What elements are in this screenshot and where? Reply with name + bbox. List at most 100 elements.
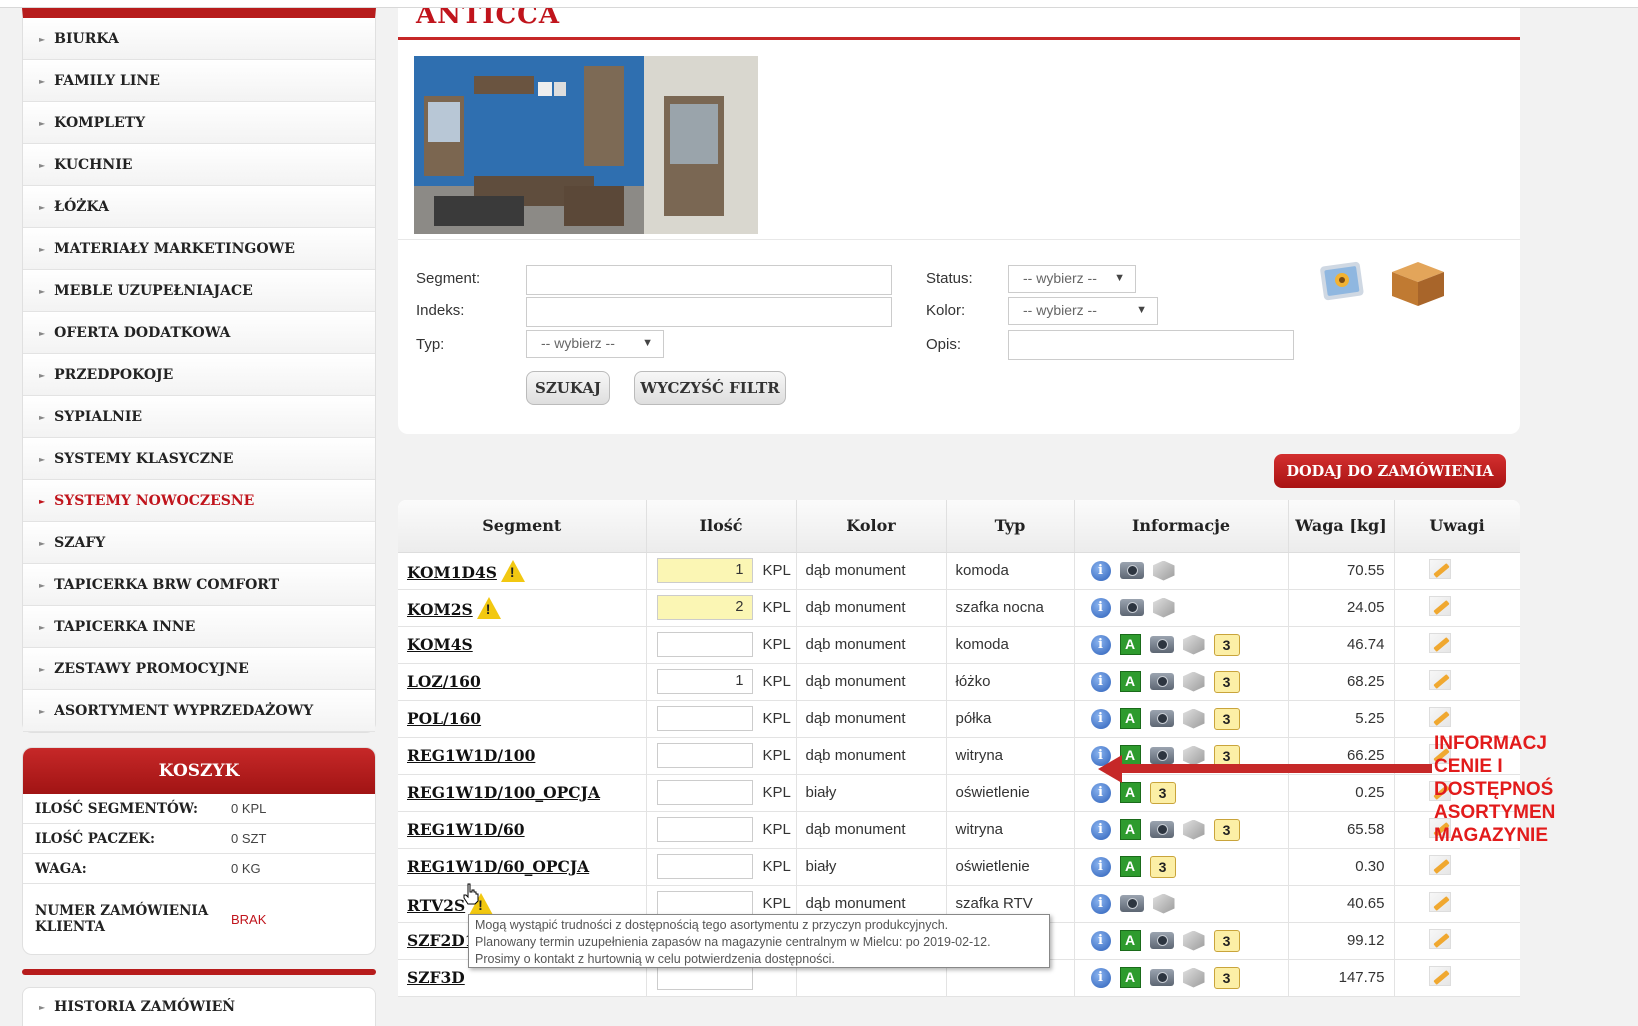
info-icon[interactable]: i (1090, 671, 1111, 692)
sidebar-item[interactable]: ► PRZEDPOKOJE (23, 354, 375, 396)
segment-link[interactable]: RTV2S (407, 896, 465, 915)
status-select[interactable]: -- wybierz -- ▼ (1008, 265, 1136, 293)
availability-a-icon[interactable]: A (1119, 708, 1141, 729)
package-icon[interactable] (1182, 745, 1205, 766)
package-icon[interactable] (1152, 560, 1175, 581)
package-icon[interactable] (1182, 671, 1205, 692)
sidebar-item[interactable]: ► FAMILY LINE (23, 60, 375, 102)
stock-badge[interactable]: 3 (1149, 781, 1176, 804)
availability-a-icon[interactable]: A (1119, 782, 1141, 803)
color-select[interactable]: -- wybierz -- ▼ (1008, 297, 1158, 325)
stock-badge[interactable]: 3 (1213, 707, 1240, 730)
type-select[interactable]: -- wybierz -- ▼ (526, 330, 664, 358)
col-header-weight[interactable]: Waga [kg] (1288, 500, 1395, 553)
col-header-quantity[interactable]: Ilość (646, 500, 797, 553)
edit-note-icon[interactable] (1428, 669, 1451, 690)
quantity-input[interactable] (656, 706, 753, 731)
quantity-input[interactable] (656, 780, 753, 805)
segment-link[interactable]: LOZ/160 (407, 672, 481, 691)
info-icon[interactable]: i (1090, 708, 1111, 729)
edit-note-icon[interactable] (1428, 595, 1451, 616)
sidebar-item[interactable]: ► TAPICERKA BRW COMFORT (23, 564, 375, 606)
segment-link[interactable]: POL/160 (407, 709, 481, 728)
info-icon[interactable]: i (1090, 893, 1111, 914)
segment-link[interactable]: KOM2S (407, 600, 473, 619)
segment-link[interactable]: REG1W1D/100_OPCJA (407, 783, 600, 802)
availability-a-icon[interactable]: A (1119, 745, 1141, 766)
camera-icon[interactable] (1149, 821, 1174, 838)
quantity-input[interactable] (656, 817, 753, 842)
sidebar-item[interactable]: ► MATERIAŁY MARKETINGOWE (23, 228, 375, 270)
package-icon[interactable] (1152, 893, 1175, 914)
stock-badge[interactable]: 3 (1213, 818, 1240, 841)
package-icon[interactable] (1182, 634, 1205, 655)
stock-badge[interactable]: 3 (1213, 966, 1240, 989)
info-icon[interactable]: i (1090, 782, 1111, 803)
sidebar-item[interactable]: ► SZAFY (23, 522, 375, 564)
edit-note-icon[interactable] (1428, 891, 1451, 912)
sidebar-item[interactable]: ► SYSTEMY KLASYCZNE (23, 438, 375, 480)
info-icon[interactable]: i (1090, 634, 1111, 655)
sidebar-item[interactable]: ► SYPIALNIE (23, 396, 375, 438)
availability-a-icon[interactable]: A (1119, 930, 1141, 951)
availability-a-icon[interactable]: A (1119, 634, 1141, 655)
info-icon[interactable]: i (1090, 560, 1111, 581)
sidebar-item[interactable]: ► MEBLE UZUPEŁNIAJACE (23, 270, 375, 312)
camera-icon[interactable] (1149, 673, 1174, 690)
camera-icon[interactable] (1119, 895, 1144, 912)
sidebar-item[interactable]: ► ŁÓŻKA (23, 186, 375, 228)
sidebar-item[interactable]: ► KOMPLETY (23, 102, 375, 144)
availability-a-icon[interactable]: A (1119, 856, 1141, 877)
add-to-order-button[interactable]: DODAJ DO ZAMÓWIENIA (1274, 454, 1506, 488)
quantity-input[interactable] (656, 891, 753, 916)
availability-a-icon[interactable]: A (1119, 671, 1141, 692)
segment-input[interactable] (526, 265, 892, 295)
collection-photo[interactable] (414, 56, 758, 234)
edit-note-icon[interactable] (1428, 928, 1451, 949)
camera-icon[interactable] (1149, 710, 1174, 727)
edit-note-icon[interactable] (1428, 706, 1451, 727)
segment-link[interactable]: SZF3D (407, 968, 465, 987)
availability-a-icon[interactable]: A (1119, 819, 1141, 840)
segment-link[interactable]: REG1W1D/100 (407, 746, 535, 765)
edit-note-icon[interactable] (1428, 854, 1451, 875)
col-header-segment[interactable]: Segment (398, 500, 647, 553)
sidebar-item[interactable]: ► TAPICERKA INNE (23, 606, 375, 648)
stock-badge[interactable]: 3 (1213, 670, 1240, 693)
segment-link[interactable]: KOM4S (407, 635, 473, 654)
stock-badge[interactable]: 3 (1213, 633, 1240, 656)
index-input[interactable] (526, 297, 892, 327)
camera-icon[interactable] (1149, 747, 1174, 764)
camera-icon[interactable] (1119, 599, 1144, 616)
segment-link[interactable]: REG1W1D/60_OPCJA (407, 857, 589, 876)
warning-icon[interactable] (476, 596, 501, 619)
info-icon[interactable]: i (1090, 819, 1111, 840)
search-button[interactable]: SZUKAJ (526, 371, 610, 405)
info-icon[interactable]: i (1090, 967, 1111, 988)
warning-icon[interactable] (500, 559, 525, 582)
info-icon[interactable]: i (1090, 597, 1111, 618)
segment-link[interactable]: KOM1D4S (407, 563, 497, 582)
description-input[interactable] (1008, 330, 1294, 360)
stock-badge[interactable]: 3 (1149, 855, 1176, 878)
package-box-icon[interactable] (1388, 258, 1448, 308)
col-header-color[interactable]: Kolor (796, 500, 947, 553)
camera-icon[interactable] (1149, 932, 1174, 949)
camera-icon[interactable] (1149, 636, 1174, 653)
sidebar-item[interactable]: ► ASORTYMENT WYPRZEDAŻOWY (23, 690, 375, 732)
info-icon[interactable]: i (1090, 856, 1111, 877)
package-icon[interactable] (1182, 967, 1205, 988)
quantity-input[interactable]: 1 (656, 558, 753, 583)
sidebar-item[interactable]: ► OFERTA DODATKOWA (23, 312, 375, 354)
col-header-type[interactable]: Typ (946, 500, 1075, 553)
sidebar-item[interactable]: ► KUCHNIE (23, 144, 375, 186)
availability-a-icon[interactable]: A (1119, 967, 1141, 988)
sidebar-item[interactable]: ► ZESTAWY PROMOCYJNE (23, 648, 375, 690)
info-icon[interactable]: i (1090, 930, 1111, 951)
sidebar-item[interactable]: ► BIURKA (23, 18, 375, 60)
quantity-input[interactable]: 2 (656, 595, 753, 620)
package-icon[interactable] (1182, 930, 1205, 951)
package-icon[interactable] (1182, 708, 1205, 729)
segment-link[interactable]: REG1W1D/60 (407, 820, 525, 839)
quantity-input[interactable] (656, 854, 753, 879)
